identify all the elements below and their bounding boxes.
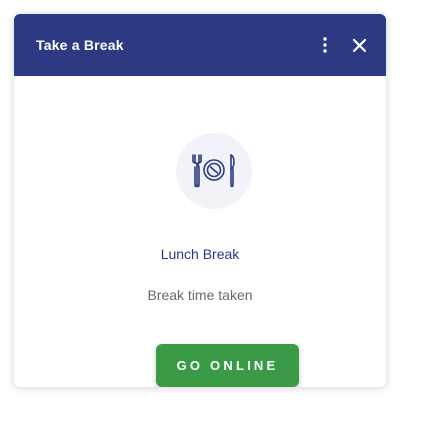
break-name: Lunch Break bbox=[160, 246, 240, 262]
go-online-button[interactable]: GO ONLINE bbox=[156, 344, 299, 387]
meal-icon-container bbox=[176, 133, 252, 209]
more-options-button[interactable] bbox=[312, 32, 338, 58]
close-icon bbox=[352, 38, 366, 52]
close-button[interactable] bbox=[346, 32, 372, 58]
break-status-text: Break time taken bbox=[147, 287, 253, 303]
dialog-title: Take a Break bbox=[36, 37, 124, 53]
header-actions bbox=[312, 32, 386, 58]
dialog-body: Lunch Break Break time taken GO ONLINE bbox=[14, 76, 386, 387]
more-vertical-icon bbox=[323, 37, 327, 53]
utensils-plate-icon bbox=[192, 154, 235, 188]
dialog-header: Take a Break bbox=[14, 14, 386, 76]
break-dialog: Take a Break Lunch Break Break time take… bbox=[14, 14, 386, 387]
